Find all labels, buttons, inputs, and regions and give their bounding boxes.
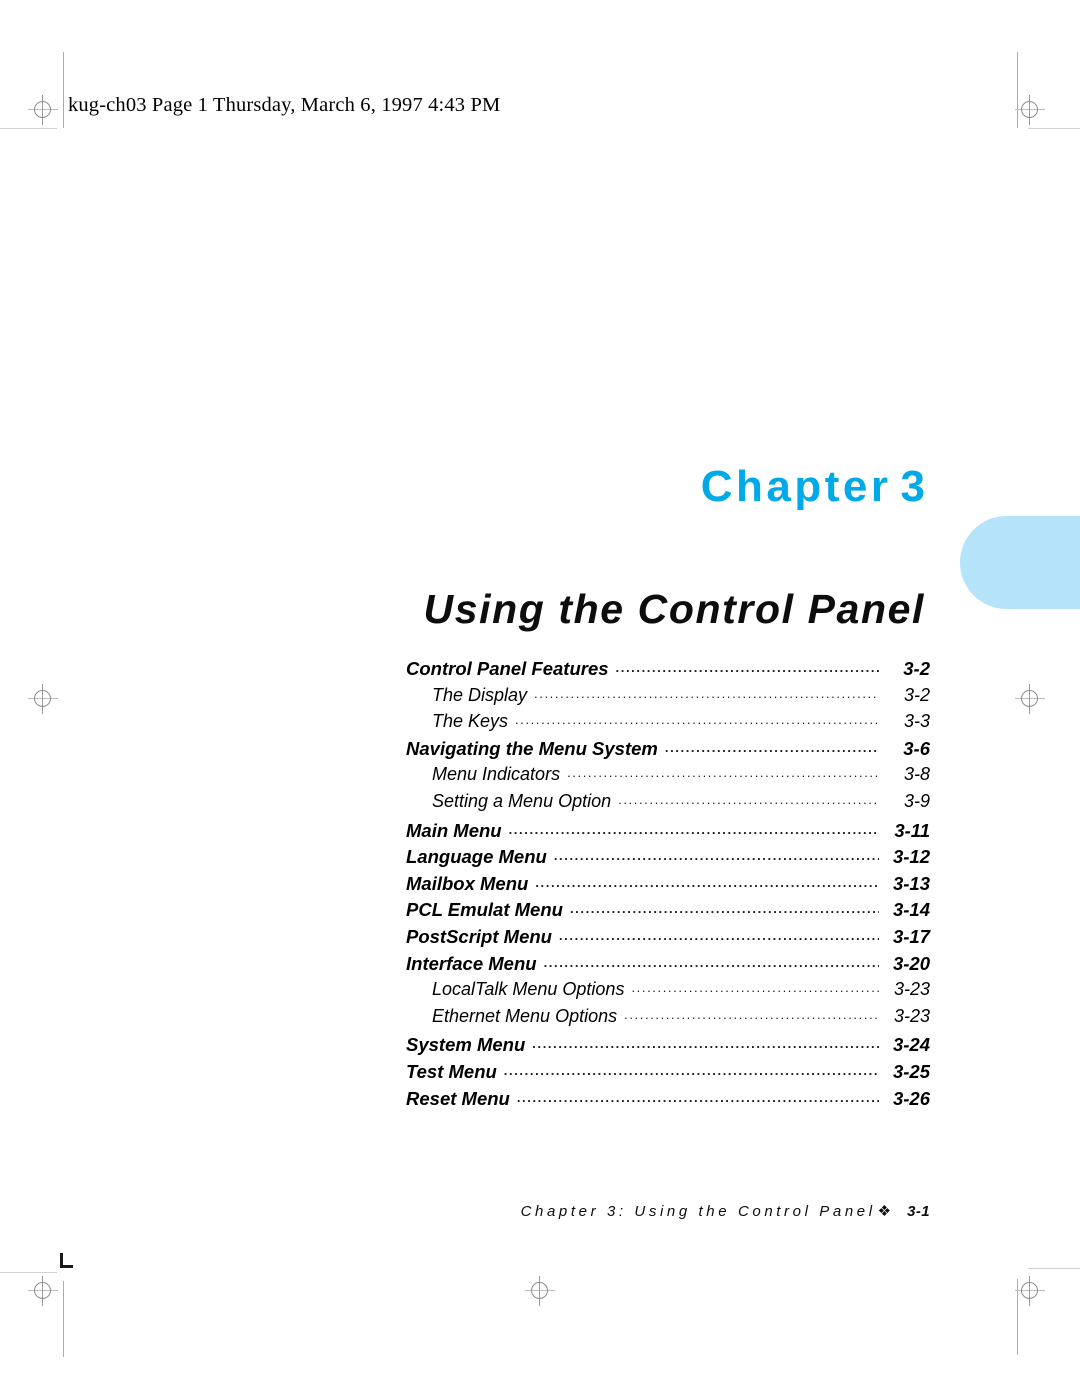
toc-entry[interactable]: Mailbox Menu............................… [406,873,930,900]
toc-entry-label: Test Menu [406,1060,497,1082]
crop-line-bottom-right [1028,1268,1080,1269]
toc-dot-leader: ........................................… [508,821,879,837]
toc-dot-leader: ........................................… [516,1089,879,1105]
toc-entry[interactable]: Ethernet Menu Options...................… [406,1006,930,1033]
registration-mark-middle-left [28,684,58,714]
toc-entry[interactable]: Interface Menu..........................… [406,953,930,980]
diamond-ornament-icon: ❖ [877,1203,892,1220]
toc-entry-label: System Menu [406,1034,526,1056]
toc-entry-page-number: 3-8 [903,764,930,785]
toc-entry-page-number: 3-20 [892,952,930,974]
crop-line-right-bottom [1017,1279,1018,1355]
file-header-stamp: kug-ch03 Page 1 Thursday, March 6, 1997 … [68,94,501,116]
toc-entry[interactable]: Reset Menu..............................… [406,1088,930,1115]
toc-dot-leader: ........................................… [624,1006,879,1022]
toc-entry-page-number: 3-6 [903,737,930,759]
toc-dot-leader: ........................................… [664,739,879,755]
toc-entry-label: Reset Menu [406,1087,510,1109]
toc-dot-leader: ........................................… [515,712,879,728]
toc-entry-page-number: 3-17 [892,925,930,947]
chapter-label: Chapter 3 [701,462,925,512]
toc-dot-leader: ........................................… [567,765,879,781]
toc-entry-label: Setting a Menu Option [432,790,612,811]
toc-dot-leader: ........................................… [534,685,879,701]
toc-entry[interactable]: The Keys................................… [406,711,930,738]
toc-entry[interactable]: Control Panel Features..................… [406,658,930,685]
toc-entry-label: Interface Menu [406,952,537,974]
page-title: Using the Control Panel [423,586,925,632]
toc-entry-page-number: 3-2 [903,658,930,679]
chapter-label-word: Chapter [700,462,892,511]
registration-mark-middle-right [1015,684,1045,714]
toc-entry-page-number: 3-23 [893,979,930,1000]
toc-entry-label: Control Panel Features [406,658,609,679]
registration-mark-bottom-right [1015,1276,1045,1306]
toc-entry[interactable]: PostScript Menu.........................… [406,926,930,953]
toc-entry-label: Menu Indicators [432,764,561,785]
toc-entry[interactable]: Navigating the Menu System..............… [406,738,930,765]
toc-entry-page-number: 3-26 [892,1087,930,1109]
toc-dot-leader: ........................................… [631,980,879,996]
crop-corner-mark-bottom-left [60,1253,73,1268]
toc-entry-label: LocalTalk Menu Options [432,979,625,1000]
toc-entry-page-number: 3-14 [892,899,930,921]
toc-dot-leader: ........................................… [543,954,879,970]
table-of-contents: Control Panel Features..................… [406,658,930,1114]
chapter-side-tab [960,516,1080,609]
toc-entry-label: Main Menu [406,819,502,841]
toc-dot-leader: ........................................… [535,874,879,890]
crop-line-left-top [63,52,64,128]
toc-dot-leader: ........................................… [615,660,879,675]
document-page: kug-ch03 Page 1 Thursday, March 6, 1997 … [0,0,1080,1397]
toc-entry-page-number: 3-3 [903,711,930,732]
toc-dot-leader: ........................................… [553,848,879,864]
registration-mark-bottom-center [525,1276,555,1306]
crop-line-bottom-left [0,1272,57,1273]
toc-entry[interactable]: LocalTalk Menu Options..................… [406,979,930,1006]
toc-entry[interactable]: PCL Emulat Menu.........................… [406,899,930,926]
registration-mark-bottom-left [28,1276,58,1306]
toc-entry[interactable]: Test Menu...............................… [406,1061,930,1088]
toc-entry-label: Navigating the Menu System [406,737,658,759]
toc-entry-label: The Display [432,684,528,705]
footer-text: Chapter 3: Using the Control Panel [520,1203,876,1220]
toc-dot-leader: ........................................… [503,1062,879,1078]
toc-entry-label: Language Menu [406,846,547,868]
toc-entry-page-number: 3-9 [903,790,930,811]
toc-entry-page-number: 3-12 [892,846,930,868]
crop-line-top-left [0,128,57,129]
toc-entry-page-number: 3-24 [892,1034,930,1056]
toc-entry[interactable]: Setting a Menu Option...................… [406,791,930,818]
crop-line-right-top [1017,52,1018,128]
footer-page-number: 3-1 [907,1203,930,1220]
toc-entry-page-number: 3-23 [893,1005,930,1026]
toc-entry[interactable]: System Menu.............................… [406,1034,930,1061]
toc-dot-leader: ........................................… [569,901,879,917]
toc-entry[interactable]: Language Menu...........................… [406,846,930,873]
crop-line-left-bottom [63,1281,64,1357]
chapter-number: 3 [900,462,925,511]
toc-dot-leader: ........................................… [558,927,879,943]
toc-entry-page-number: 3-13 [892,872,930,894]
toc-entry[interactable]: Menu Indicators.........................… [406,764,930,791]
toc-entry-page-number: 3-2 [903,684,930,705]
toc-entry[interactable]: The Display.............................… [406,685,930,712]
toc-entry-label: PCL Emulat Menu [406,899,563,921]
toc-dot-leader: ........................................… [532,1036,879,1052]
toc-entry-label: PostScript Menu [406,925,552,947]
toc-entry[interactable]: Main Menu...............................… [406,820,930,847]
toc-entry-label: Ethernet Menu Options [432,1005,618,1026]
toc-entry-label: The Keys [432,711,509,732]
toc-dot-leader: ........................................… [618,791,879,807]
toc-entry-page-number: 3-11 [894,819,930,841]
page-footer: Chapter 3: Using the Control Panel ❖ 3-1 [0,1202,930,1220]
crop-line-top-right [1028,128,1080,129]
registration-mark-top-left [28,95,58,125]
registration-mark-top-right [1015,95,1045,125]
toc-entry-label: Mailbox Menu [406,872,529,894]
toc-entry-page-number: 3-25 [892,1060,930,1082]
